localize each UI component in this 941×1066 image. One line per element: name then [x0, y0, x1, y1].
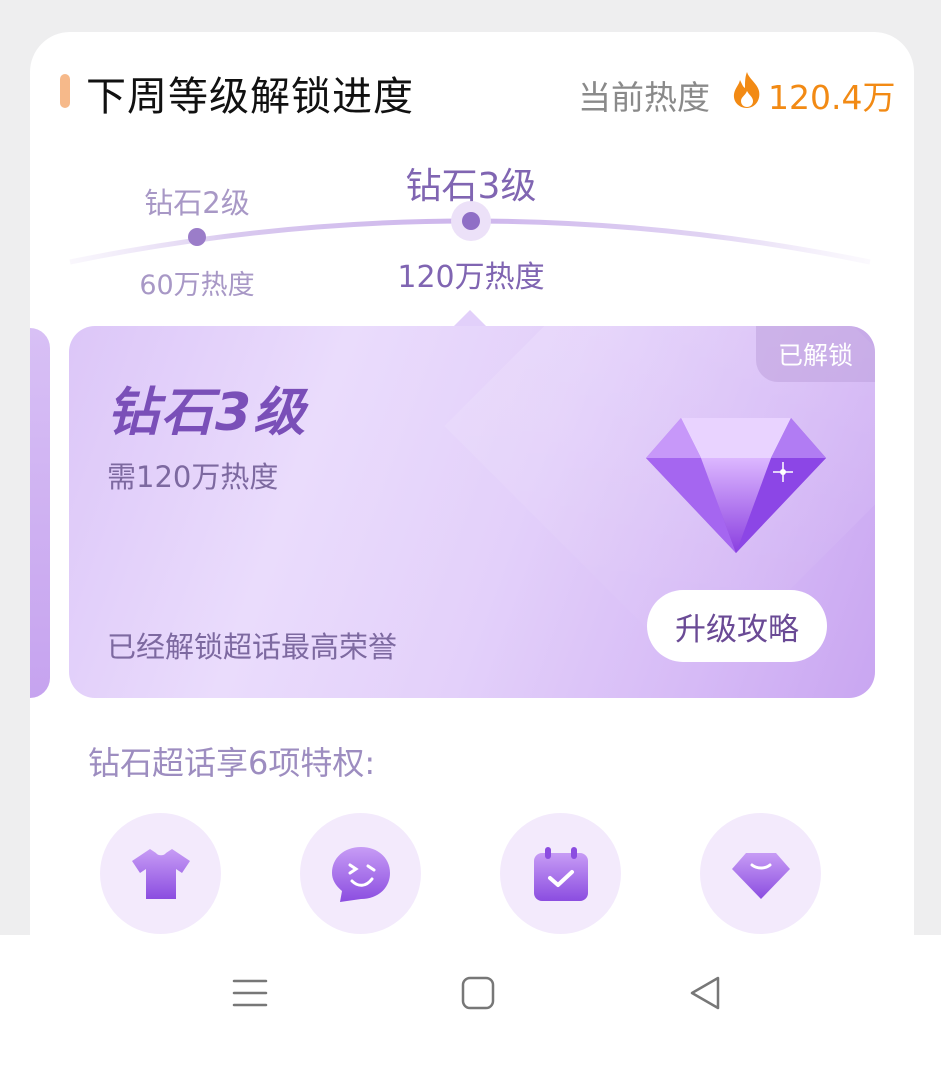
- privilege-item-diamond[interactable]: [700, 813, 821, 934]
- level-3-name[interactable]: 钻石3级: [406, 157, 537, 209]
- level-3-dot: [462, 212, 480, 230]
- diamond-gem-icon: [646, 418, 826, 553]
- diamond-icon: [732, 853, 790, 899]
- system-navigation-bar: [0, 935, 941, 1066]
- card-requirement: 需120万热度: [107, 460, 279, 494]
- level-3-heat: 120万热度: [397, 260, 545, 295]
- tshirt-icon: [132, 849, 190, 899]
- upgrade-guide-button[interactable]: 升级攻略: [647, 590, 827, 662]
- level-2-heat: 60万热度: [139, 270, 255, 301]
- chat-smile-icon: [332, 847, 390, 902]
- level-2-dot: [188, 228, 206, 246]
- home-icon: [461, 976, 495, 1010]
- unlocked-badge: 已解锁: [755, 326, 875, 382]
- card-level-title: 钻石3级: [107, 383, 308, 443]
- privilege-item-chat[interactable]: [300, 813, 421, 934]
- home-button[interactable]: [440, 935, 520, 1053]
- previous-level-card[interactable]: [30, 328, 50, 698]
- card-status-text: 已经解锁超话最高荣誉: [107, 630, 398, 664]
- menu-icon: [232, 979, 268, 1007]
- menu-button[interactable]: [212, 935, 292, 1053]
- level-2-name[interactable]: 钻石2级: [144, 180, 249, 222]
- back-icon: [690, 976, 720, 1010]
- privilege-item-checkin[interactable]: [500, 813, 621, 934]
- privilege-item-outfit[interactable]: [100, 813, 221, 934]
- privileges-title: 钻石超话享6项特权:: [88, 744, 376, 782]
- level-card[interactable]: 已解锁 钻石3级 需120万热度 已经解锁超话最高荣誉 升级攻略: [69, 326, 875, 698]
- back-button[interactable]: [668, 935, 748, 1053]
- calendar-check-icon: [534, 847, 588, 901]
